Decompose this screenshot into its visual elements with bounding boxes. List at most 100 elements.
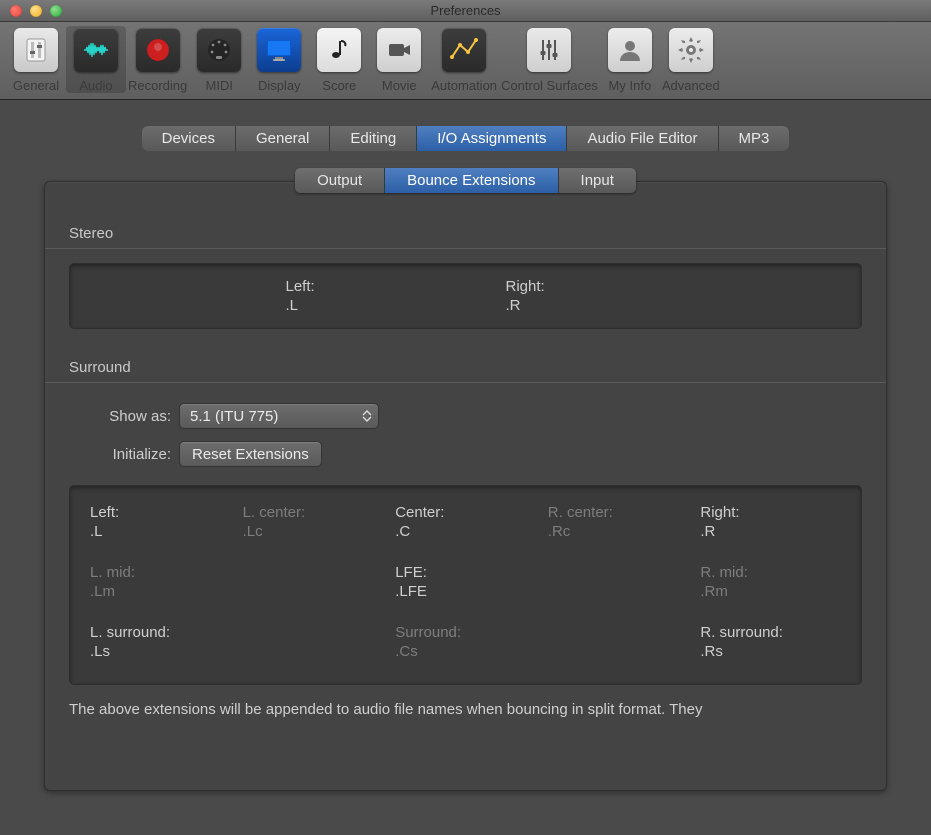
field-label: Left: — [286, 278, 426, 295]
show-as-label: Show as: — [69, 408, 179, 425]
surround-channel-field[interactable]: LFE: .LFE — [395, 564, 536, 600]
field-label: R. mid: — [700, 564, 841, 581]
field-value: .R — [506, 297, 646, 314]
surround-channel-field — [243, 564, 384, 600]
person-icon — [608, 28, 652, 72]
field-label: L. surround: — [90, 624, 231, 641]
display-icon — [257, 28, 301, 72]
surround-channel-field[interactable]: L. mid:.Lm — [90, 564, 231, 600]
stereo-well: Left: .L Right: .R — [69, 263, 862, 329]
surround-channel-field[interactable]: L. center: .Lc — [243, 504, 384, 540]
titlebar: Preferences — [0, 0, 931, 22]
toolbar-item-advanced[interactable]: Advanced — [660, 26, 722, 93]
reset-extensions-button[interactable]: Reset Extensions — [179, 441, 322, 467]
button-label: Reset Extensions — [192, 446, 309, 463]
field-value: .Rc — [548, 523, 689, 540]
field-value: .Cs — [395, 643, 536, 660]
field-label: Right: — [506, 278, 646, 295]
field-value: .L — [286, 297, 426, 314]
field-value: .L — [90, 523, 231, 540]
divider — [45, 382, 886, 383]
score-icon — [317, 28, 361, 72]
tab-mp3[interactable]: MP3 — [719, 126, 790, 151]
surround-grid: Left:.L L. center: .Lc Center: .C R. center:.… — [90, 504, 841, 660]
field-value: .R — [700, 523, 841, 540]
toolbar-label: MIDI — [206, 78, 233, 93]
toolbar-label: General — [13, 78, 59, 93]
toolbar-label: Score — [322, 78, 356, 93]
surround-heading: Surround — [69, 351, 862, 382]
field-value: .Ls — [90, 643, 231, 660]
field-value: .Rm — [700, 583, 841, 600]
tab-io-assignments[interactable]: I/O Assignments — [417, 126, 567, 151]
subtab-output[interactable]: Output — [295, 168, 385, 193]
surround-channel-field[interactable]: L. surround: .Ls — [90, 624, 231, 660]
field-label: LFE: — [395, 564, 536, 581]
midi-icon — [197, 28, 241, 72]
field-value: .LFE — [395, 583, 536, 600]
surround-channel-field — [243, 624, 384, 660]
toolbar-label: Automation — [431, 78, 497, 93]
tab-general[interactable]: General — [236, 126, 330, 151]
toolbar-item-general[interactable]: General — [6, 26, 66, 93]
surround-channel-field[interactable]: Center: .C — [395, 504, 536, 540]
field-value: .C — [395, 523, 536, 540]
stereo-heading: Stereo — [69, 217, 862, 248]
toolbar-label: Control Surfaces — [501, 78, 598, 93]
subtab-bounce-extensions[interactable]: Bounce Extensions — [385, 168, 558, 193]
toolbar-item-movie[interactable]: Movie — [369, 26, 429, 93]
surround-channel-field[interactable]: Right: .R — [700, 504, 841, 540]
surround-channel-field[interactable]: Left:.L — [90, 504, 231, 540]
automation-icon — [442, 28, 486, 72]
toolbar-label: Audio — [79, 78, 112, 93]
surround-channel-field — [548, 564, 689, 600]
toolbar-label: Movie — [382, 78, 417, 93]
toolbar-item-automation[interactable]: Automation — [429, 26, 499, 93]
field-value: .Lm — [90, 583, 231, 600]
field-value: .Lc — [243, 523, 384, 540]
surround-channel-field[interactable]: R. surround: .Rs — [700, 624, 841, 660]
content-panel: Output Bounce Extensions Input Stereo Le… — [44, 181, 887, 791]
toolbar-item-score[interactable]: Score — [309, 26, 369, 93]
sliders-icon — [14, 28, 58, 72]
subtab-input[interactable]: Input — [559, 168, 636, 193]
toolbar-item-display[interactable]: Display — [249, 26, 309, 93]
toolbar-item-control-surfaces[interactable]: Control Surfaces — [499, 26, 600, 93]
toolbar-label: Advanced — [662, 78, 720, 93]
toolbar-item-audio[interactable]: Audio — [66, 26, 126, 93]
initialize-label: Initialize: — [69, 446, 179, 463]
field-label: Right: — [700, 504, 841, 521]
tab-editing[interactable]: Editing — [330, 126, 417, 151]
field-label: Center: — [395, 504, 536, 521]
field-label: R. surround: — [700, 624, 841, 641]
field-value: .Rs — [700, 643, 841, 660]
surround-channel-field[interactable]: R. center: .Rc — [548, 504, 689, 540]
toolbar-item-midi[interactable]: MIDI — [189, 26, 249, 93]
mixer-icon — [527, 28, 571, 72]
record-icon — [136, 28, 180, 72]
movie-icon — [377, 28, 421, 72]
show-as-select[interactable]: 5.1 (ITU 775) — [179, 403, 379, 429]
field-label: Surround: — [395, 624, 536, 641]
tab-audio-file-editor[interactable]: Audio File Editor — [567, 126, 718, 151]
tab-devices[interactable]: Devices — [142, 126, 236, 151]
stereo-left-field[interactable]: Left: .L — [286, 278, 426, 314]
field-label: L. center: — [243, 504, 384, 521]
footnote-text: The above extensions will be appended to… — [45, 685, 886, 718]
toolbar-label: Display — [258, 78, 301, 93]
surround-channel-field[interactable]: Surround: .Cs — [395, 624, 536, 660]
toolbar-label: Recording — [128, 78, 187, 93]
surround-channel-field[interactable]: R. mid: .Rm — [700, 564, 841, 600]
secondary-tabs: Output Bounce Extensions Input — [45, 168, 886, 193]
toolbar: General Audio Recording MIDI Display Sco… — [0, 22, 931, 100]
toolbar-label: My Info — [609, 78, 652, 93]
primary-tabs: Devices General Editing I/O Assignments … — [12, 126, 919, 151]
chevron-up-down-icon — [362, 410, 372, 422]
stereo-right-field[interactable]: Right: .R — [506, 278, 646, 314]
toolbar-item-recording[interactable]: Recording — [126, 26, 189, 93]
select-value: 5.1 (ITU 775) — [190, 408, 278, 425]
divider — [45, 248, 886, 249]
field-label: R. center: — [548, 504, 689, 521]
toolbar-item-my-info[interactable]: My Info — [600, 26, 660, 93]
surround-channel-field — [548, 624, 689, 660]
